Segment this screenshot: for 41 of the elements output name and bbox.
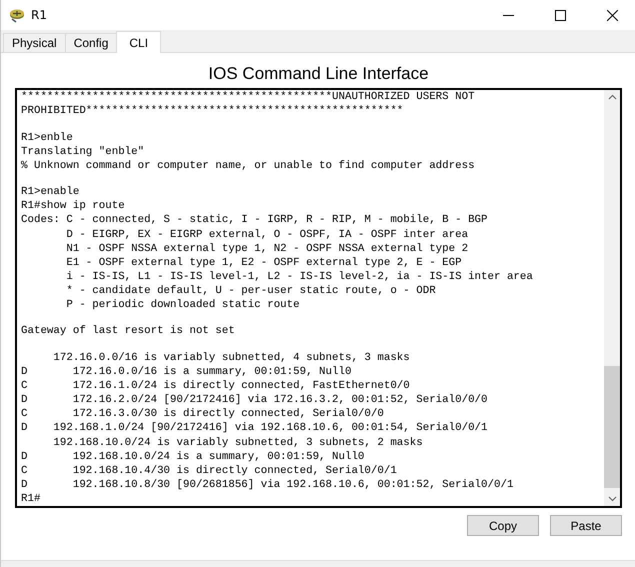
terminal-line: R1#show ip route [21, 199, 126, 214]
terminal-line: i - IS-IS, L1 - IS-IS level-1, L2 - IS-IS level-2, ia - IS-IS inter area [65, 270, 534, 284]
terminal-line: R1# [21, 492, 42, 506]
terminal-line: D 192.168.10.0/24 is a summary, 00:01:59, Null0 [21, 450, 366, 464]
terminal-line: Codes: C - connected, S - static, I - IGRP, R - RIP, M - mobile, B - BGP [21, 213, 489, 228]
terminal-line: P - periodic downloaded static route [65, 298, 301, 312]
terminal-line: D 172.16.2.0/24 [90/2172416] via 172.16.3.2, 00:01:52, Serial0/0/0 [21, 393, 489, 408]
terminal-line: D 192.168.1.0/24 [90/2172416] via 192.168.10.6, 00:01:54, Serial0/0/1 [21, 421, 489, 436]
terminal-line: PROHIBITED************************************************* [21, 104, 404, 118]
terminal-line: Gateway of last resort is not set [21, 324, 236, 339]
terminal-line: E1 - OSPF external type 1, E2 - OSPF external type 2, E - EGP [65, 256, 463, 270]
scroll-up-icon[interactable] [608, 94, 616, 100]
terminal-line: C 192.168.10.4/30 is directly connected, Serial0/0/1 [21, 464, 398, 478]
terminal-line: % Unknown command or computer name, or unable to find computer address [21, 158, 476, 173]
terminal-line: D 172.16.0.0/16 is a summary, 00:01:59, Null0 [21, 365, 352, 380]
terminal-line: D - EIGRP, EX - EIGRP external, O - OSPF, IA - OSPF inter area [65, 228, 470, 242]
maximize-icon [554, 10, 566, 20]
copy-button[interactable]: Copy [467, 515, 539, 536]
terminal-line: C 172.16.1.0/24 is directly connected, FastEthernet0/0 [21, 379, 411, 394]
terminal-line: 172.16.0.0/16 is variably subnetted, 4 subnets, 3 masks [52, 350, 411, 366]
terminal-line: 192.168.10.0/24 is variably subnetted, 3 subnets, 2 masks [52, 436, 424, 450]
terminal-line: D 192.168.10.8/30 [90/2681856] via 192.168.10.6, 00:01:52, Serial0/0/1 [21, 478, 514, 492]
paste-button[interactable]: Paste [550, 515, 622, 536]
scroll-down-icon[interactable] [608, 496, 616, 502]
terminal-line: R1>enable [21, 185, 80, 200]
close-icon [606, 10, 618, 20]
terminal-line: Translating "enble" [21, 144, 146, 159]
window-title: R1 [31, 8, 48, 22]
scroll-thumb[interactable] [604, 366, 620, 488]
tab[interactable]: Config [64, 33, 118, 52]
terminal-line: ************************************************UNAUTHORIZED USERS NOT [21, 90, 476, 104]
terminal-line: R1>enble [21, 130, 74, 145]
scrollbar[interactable] [604, 90, 620, 506]
minimize-icon [502, 14, 514, 16]
tab[interactable]: Physical [3, 33, 66, 52]
terminal-line: C 172.16.3.0/30 is directly connected, Serial0/0/0 [21, 407, 385, 422]
terminal-line: * - candidate default, U - per-user static route, o - ODR [65, 284, 437, 298]
router-icon [9, 7, 25, 23]
panel-heading: IOS Command Line Interface [207, 63, 430, 85]
tab[interactable]: CLI [116, 31, 162, 53]
terminal-line: N1 - OSPF NSSA external type 1, N2 - OSPF NSSA external type 2 [65, 242, 470, 256]
